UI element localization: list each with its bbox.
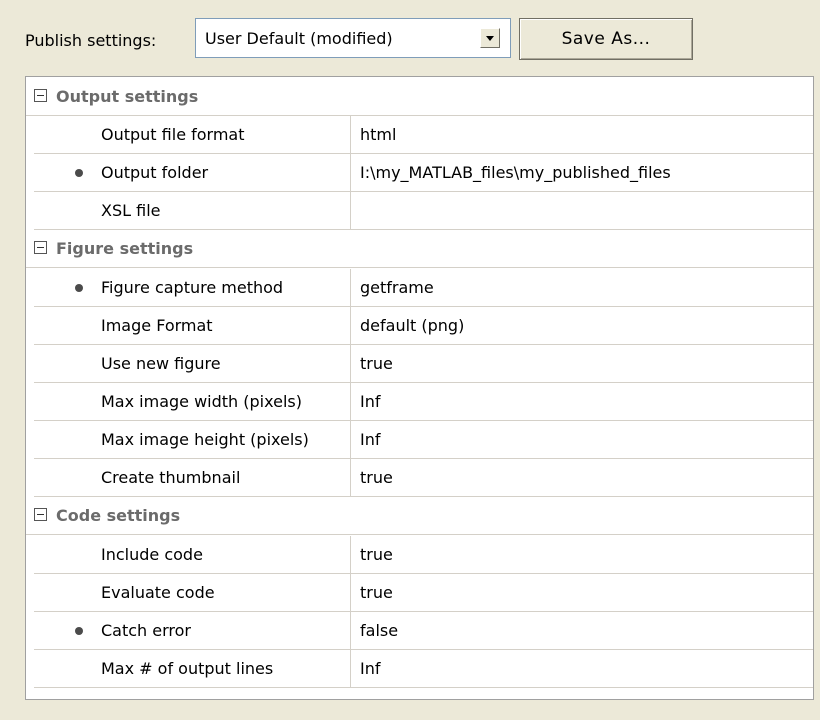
- setting-name: Use new figure: [101, 354, 221, 373]
- setting-value[interactable]: html: [360, 124, 396, 146]
- setting-row-image-format[interactable]: Image Format default (png): [34, 307, 813, 345]
- publish-settings-value: User Default (modified): [205, 29, 393, 48]
- setting-value[interactable]: Inf: [360, 391, 381, 413]
- setting-name: Evaluate code: [101, 583, 215, 602]
- setting-name: Create thumbnail: [101, 468, 241, 487]
- section-title: Code settings: [56, 506, 181, 525]
- setting-row-output-file-format[interactable]: Output file format html: [34, 116, 813, 154]
- property-grid: Output settings Output file format html …: [25, 76, 814, 700]
- minus-box-icon[interactable]: [34, 89, 47, 102]
- setting-name: Figure capture method: [101, 278, 284, 297]
- setting-row-evaluate-code[interactable]: Evaluate code true: [34, 574, 813, 612]
- bullet-dot-icon: [75, 169, 83, 177]
- publish-toolbar: Publish settings: User Default (modified…: [0, 0, 820, 76]
- chevron-down-icon[interactable]: [480, 28, 500, 48]
- setting-row-figure-capture-method[interactable]: Figure capture method getframe: [34, 269, 813, 307]
- setting-value[interactable]: default (png): [360, 315, 464, 337]
- setting-value[interactable]: true: [360, 353, 393, 375]
- setting-value[interactable]: true: [360, 544, 393, 566]
- setting-value[interactable]: true: [360, 467, 393, 489]
- setting-name: Image Format: [101, 316, 213, 335]
- setting-value[interactable]: I:\my_MATLAB_files\my_published_files: [360, 162, 671, 184]
- setting-value[interactable]: true: [360, 582, 393, 604]
- setting-name: Max image height (pixels): [101, 430, 309, 449]
- save-as-button[interactable]: Save As...: [519, 18, 693, 60]
- section-title: Figure settings: [56, 239, 194, 258]
- setting-value[interactable]: Inf: [360, 658, 381, 680]
- setting-row-include-code[interactable]: Include code true: [34, 536, 813, 574]
- setting-row-max-image-width[interactable]: Max image width (pixels) Inf: [34, 383, 813, 421]
- setting-row-use-new-figure[interactable]: Use new figure true: [34, 345, 813, 383]
- section-figure-settings[interactable]: Figure settings: [26, 230, 813, 268]
- setting-value[interactable]: getframe: [360, 277, 434, 299]
- publish-settings-dropdown[interactable]: User Default (modified): [195, 18, 511, 58]
- minus-box-icon[interactable]: [34, 508, 47, 521]
- section-title: Output settings: [56, 87, 199, 106]
- section-code-settings[interactable]: Code settings: [26, 497, 813, 535]
- setting-row-max-image-height[interactable]: Max image height (pixels) Inf: [34, 421, 813, 459]
- publish-settings-label: Publish settings:: [25, 31, 157, 50]
- setting-name: Output folder: [101, 163, 209, 182]
- setting-row-output-folder[interactable]: Output folder I:\my_MATLAB_files\my_publ…: [34, 154, 813, 192]
- setting-value[interactable]: false: [360, 620, 398, 642]
- setting-row-create-thumbnail[interactable]: Create thumbnail true: [34, 459, 813, 497]
- bullet-dot-icon: [75, 627, 83, 635]
- setting-name: Output file format: [101, 125, 245, 144]
- bullet-dot-icon: [75, 284, 83, 292]
- setting-row-max-output-lines[interactable]: Max # of output lines Inf: [34, 650, 813, 688]
- setting-name: Max # of output lines: [101, 659, 274, 678]
- minus-box-icon[interactable]: [34, 241, 47, 254]
- setting-name: Include code: [101, 545, 203, 564]
- setting-row-xsl-file[interactable]: XSL file: [34, 192, 813, 230]
- section-output-settings[interactable]: Output settings: [26, 78, 813, 116]
- setting-name: XSL file: [101, 201, 161, 220]
- setting-name: Max image width (pixels): [101, 392, 302, 411]
- setting-value[interactable]: Inf: [360, 429, 381, 451]
- setting-name: Catch error: [101, 621, 192, 640]
- setting-row-catch-error[interactable]: Catch error false: [34, 612, 813, 650]
